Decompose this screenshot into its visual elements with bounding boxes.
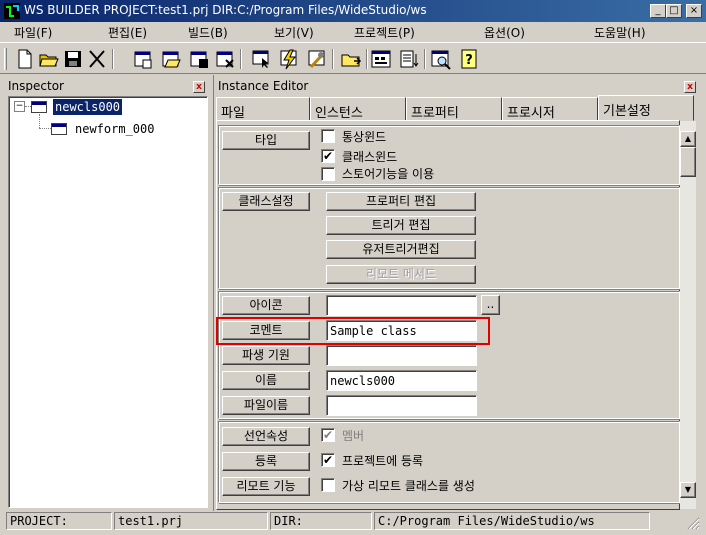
tab-instance[interactable]: 인스턴스 [310,97,406,121]
resize-grip-icon[interactable] [686,516,700,530]
menu-build[interactable]: 빌드(B) [188,24,228,41]
menu-options[interactable]: 옵션(O) [484,24,525,41]
new-window-icon[interactable] [132,48,154,70]
tree-line [39,114,40,128]
register-project-label: 프로젝트에 등록 [342,454,424,468]
open-folder-icon[interactable] [38,48,60,70]
normal-window-checkbox[interactable] [321,129,335,143]
close-window-icon[interactable] [214,48,236,70]
status-dir-label: DIR: [270,512,372,530]
comment-field[interactable]: Sample class [326,320,477,341]
new-file-icon[interactable] [14,48,36,70]
remote-function-button[interactable]: 리모트 기능 [222,477,310,496]
derived-from-field[interactable] [326,345,477,366]
help-icon[interactable]: ? [458,48,480,70]
menu-file[interactable]: 파일(F) [14,24,52,41]
toolbar-separator [366,49,368,69]
toolbar-separator [332,49,334,69]
preview-icon[interactable] [430,48,452,70]
store-function-label: 스토어기능을 이용 [342,167,435,181]
derived-from-button[interactable]: 파생 기원 [222,346,310,365]
status-project-value: test1.prj [114,512,268,530]
minimize-button[interactable]: _ [650,4,666,18]
menu-view[interactable]: 보기(V) [274,24,314,41]
lightning-icon[interactable] [278,48,300,70]
icon-field[interactable] [326,295,477,316]
tree-item-newform-000[interactable]: newform_000 [73,121,156,137]
folder-arrow-icon[interactable] [340,48,362,70]
class-window-checkbox[interactable]: ✔ [321,149,335,163]
type-button[interactable]: 타입 [222,131,310,150]
class-window-label: 클래스윈드 [342,150,398,164]
scroll-up-button[interactable]: ▲ [680,131,696,147]
form-window-icon [51,123,67,135]
toolbar-separator [112,49,114,69]
edit-user-trigger-button[interactable]: 유저트리거편집 [326,240,476,259]
title-bar: WS BUILDER PROJECT:test1.prj DIR:C:/Prog… [0,0,706,22]
inspector-title: Inspector [8,79,64,93]
instance-editor-close-button[interactable]: x [684,81,696,93]
inspector-tree: − newcls000 newform_000 [8,96,208,508]
register-project-checkbox[interactable]: ✔ [321,453,335,467]
filename-field[interactable] [326,395,477,416]
instance-editor-title: Instance Editor [218,79,309,93]
menu-bar: 파일(F) 편집(E) 빌드(B) 보기(V) 프로젝트(P) 옵션(O) 도움… [0,22,706,42]
scroll-down-button[interactable]: ▼ [680,482,696,498]
save-icon[interactable] [62,48,84,70]
filename-button[interactable]: 파일이름 [222,396,310,415]
svg-text:?: ? [465,53,473,68]
register-button[interactable]: 등록 [222,452,310,471]
class-settings-button[interactable]: 클래스설정 [222,192,310,211]
scroll-thumb[interactable] [680,147,696,177]
toolbar-grip[interactable] [4,48,7,70]
tree-expander[interactable]: − [14,101,25,112]
app-icon [4,3,20,19]
class-window-icon [31,101,47,113]
menu-help[interactable]: 도움말(H) [594,24,646,41]
tree-line [39,128,51,129]
menu-edit[interactable]: 편집(E) [108,24,147,41]
open-window-icon[interactable] [160,48,182,70]
status-dir-value: C:/Program Files/WideStudio/ws [374,512,650,530]
cut-icon[interactable] [86,48,108,70]
member-label: 멤버 [342,429,365,443]
list-icon[interactable] [398,48,420,70]
icon-browse-button[interactable]: .. [481,295,500,315]
tab-property[interactable]: 프로퍼티 [406,97,502,121]
close-window-button[interactable]: × [686,4,702,18]
declaration-button[interactable]: 선언속성 [222,427,310,446]
store-function-checkbox[interactable] [321,167,335,181]
tree-item-newcls000[interactable]: newcls000 [53,99,123,115]
normal-window-label: 통상윈드 [342,130,387,144]
inspector-close-button[interactable]: x [193,81,205,93]
build-icon[interactable] [306,48,328,70]
select-icon[interactable] [250,48,272,70]
edit-trigger-button[interactable]: 트리거 편집 [326,216,476,235]
name-field[interactable]: newcls000 [326,370,477,391]
edit-property-button[interactable]: 프로퍼티 편집 [326,192,476,211]
name-button[interactable]: 이름 [222,371,310,390]
dialog-icon[interactable] [370,48,392,70]
remote-method-button[interactable]: 리모트 메서드 [326,265,476,284]
member-checkbox[interactable]: ✔ [321,428,335,442]
tab-procedure[interactable]: 프로시저 [502,97,598,121]
save-window-icon[interactable] [188,48,210,70]
icon-button[interactable]: 아이콘 [222,296,310,315]
maximize-button[interactable]: □ [666,4,682,18]
virtual-remote-class-label: 가상 리모트 클래스를 생성 [342,479,475,493]
comment-button[interactable]: 코멘트 [222,321,310,340]
menu-project[interactable]: 프로젝트(P) [354,24,415,41]
tab-file[interactable]: 파일 [216,97,310,121]
toolbar-separator [240,49,242,69]
tab-basic-settings[interactable]: 기본설정 [598,95,694,121]
toolbar: ? [0,42,706,74]
virtual-remote-class-checkbox[interactable] [321,478,335,492]
toolbar-separator [424,49,426,69]
status-project-label: PROJECT: [6,512,112,530]
window-title: WS BUILDER PROJECT:test1.prj DIR:C:/Prog… [24,3,427,17]
editor-scrollbar[interactable] [680,121,696,509]
